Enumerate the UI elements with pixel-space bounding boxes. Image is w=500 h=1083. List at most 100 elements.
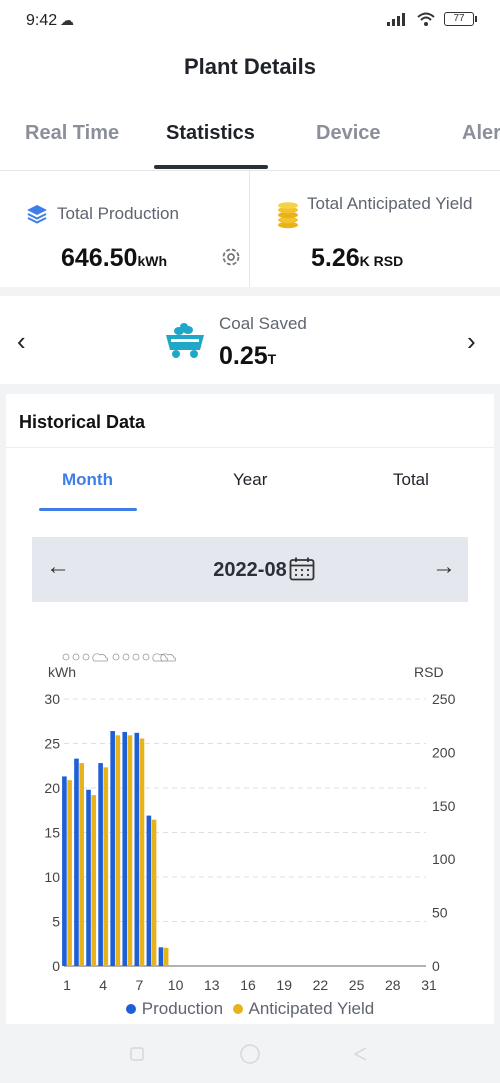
total-production-unit: kWh	[137, 253, 168, 269]
coins-icon	[278, 202, 298, 229]
yield-legend-dot	[232, 1004, 243, 1014]
historical-data-title: Historical Data	[19, 412, 146, 432]
coal-saved-card: ‹ Coal Saved 0.25T ›	[0, 296, 500, 384]
left-axis-unit: kWh	[48, 664, 76, 680]
tab-alerts[interactable]: Aler	[462, 122, 500, 145]
kpi-row: Total Production 646.50kWh Total Anticip…	[0, 171, 500, 287]
anticipated-yield-bar	[127, 735, 133, 966]
anticipated-yield-bar	[151, 819, 157, 966]
total-yield-unit: K RSD	[359, 253, 404, 269]
anticipated-yield-bar	[91, 795, 97, 966]
date-value: 2022-08	[213, 559, 287, 581]
segment-month[interactable]: Month	[62, 470, 113, 490]
chart-bars	[62, 731, 169, 966]
next-metric-chevron-icon[interactable]: ›	[467, 326, 476, 357]
left-axis-ticks: 0 5 10 15 20 25 30	[44, 691, 60, 974]
cloud-icon: ☁	[60, 12, 74, 28]
coal-saved-value: 0.25T	[219, 342, 276, 371]
total-yield-label: Total Anticipated Yield	[307, 194, 473, 213]
right-tick-label: 250	[432, 691, 456, 707]
x-tick-label: 1	[63, 977, 71, 993]
layers-icon	[27, 205, 47, 224]
coal-saved-label: Coal Saved	[219, 314, 307, 333]
left-tick-label: 0	[52, 958, 60, 974]
weather-icons	[62, 653, 176, 662]
x-tick-label: 13	[204, 977, 220, 993]
x-tick-label: 10	[168, 977, 184, 993]
left-tick-label: 5	[52, 914, 60, 930]
anticipated-yield-bar	[139, 738, 145, 966]
production-bar	[74, 758, 79, 966]
app-header: Plant Details	[0, 44, 500, 90]
total-production-label: Total Production	[57, 204, 179, 223]
production-legend-label[interactable]: Production	[142, 999, 223, 1018]
tab-statistics[interactable]: Statistics	[166, 122, 255, 145]
x-tick-label: 28	[385, 977, 401, 993]
production-bar	[122, 731, 128, 966]
anticipated-yield-bar	[115, 735, 121, 966]
segment-total[interactable]: Total	[393, 470, 429, 490]
x-tick-label: 22	[313, 977, 329, 993]
tab-real-time[interactable]: Real Time	[25, 122, 119, 145]
left-tick-label: 15	[44, 825, 60, 841]
page-title: Plant Details	[183, 54, 317, 79]
anticipated-yield-bar	[163, 947, 169, 966]
anticipated-yield-bar	[103, 767, 109, 966]
wifi-icon	[417, 12, 435, 26]
anticipated-yield-bar	[79, 763, 84, 966]
left-tick-label: 10	[44, 869, 60, 885]
prev-metric-chevron-icon[interactable]: ‹	[17, 326, 26, 357]
active-segment-indicator	[39, 508, 137, 511]
production-legend-dot	[125, 1004, 136, 1014]
divider	[6, 447, 494, 448]
system-nav-bar	[0, 1024, 500, 1083]
production-bar	[134, 732, 140, 966]
x-tick-label: 16	[240, 977, 256, 993]
production-bar	[62, 776, 67, 966]
total-yield-value: 5.26K RSD	[311, 244, 403, 273]
left-tick-label: 20	[44, 780, 60, 796]
right-axis-unit: RSD	[414, 664, 444, 680]
kpi-divider	[249, 171, 250, 287]
right-axis-ticks: 0 50 100 150 200 250	[432, 691, 456, 974]
right-tick-label: 150	[432, 798, 456, 814]
tab-device[interactable]: Device	[316, 122, 381, 145]
back-icon[interactable]	[352, 1046, 368, 1062]
coal-cart-icon	[166, 323, 204, 358]
x-tick-label: 4	[99, 977, 107, 993]
tab-bar: Real Time Statistics Device Aler	[0, 90, 500, 171]
historical-data-card: Historical Data Month Year Total ← 2022-…	[6, 394, 494, 1024]
right-tick-label: 0	[432, 958, 440, 974]
x-tick-label: 7	[136, 977, 144, 993]
x-tick-label: 25	[349, 977, 365, 993]
coal-saved-number: 0.25	[219, 342, 268, 370]
chart-legend: Production Anticipated Yield	[6, 999, 494, 1019]
production-bar	[158, 947, 164, 966]
historical-bar-chart: kWh RSD 0 5 10 15 20 25 30 0 50 100 150 200 250 1 4 7…	[44, 653, 456, 993]
date-label[interactable]: 2022-08	[32, 559, 468, 582]
recent-apps-icon[interactable]	[129, 1046, 145, 1062]
x-axis-ticks: 1 4 7 10 13 16 19 22 25 28 31	[63, 977, 437, 993]
calendar-icon[interactable]	[289, 557, 315, 581]
x-tick-label: 19	[276, 977, 292, 993]
production-bar	[110, 731, 115, 966]
date-picker-bar: ← 2022-08 →	[32, 537, 468, 602]
anticipated-yield-bar	[67, 780, 72, 966]
status-bar: 9:42 ☁ 77	[0, 0, 500, 44]
battery-icon: 77	[444, 12, 477, 26]
right-tick-label: 100	[432, 851, 456, 867]
status-time: 9:42	[26, 12, 58, 29]
segment-year[interactable]: Year	[233, 470, 267, 490]
home-icon[interactable]	[239, 1043, 261, 1065]
x-tick-label: 31	[421, 977, 437, 993]
next-period-arrow-icon[interactable]: →	[432, 553, 456, 581]
right-tick-label: 50	[432, 905, 448, 921]
yield-legend-label[interactable]: Anticipated Yield	[249, 999, 375, 1018]
settings-gear-icon[interactable]	[220, 246, 242, 268]
status-icons: 77	[386, 11, 477, 27]
production-bar	[146, 815, 152, 966]
right-tick-label: 200	[432, 744, 456, 760]
production-bar	[86, 789, 91, 966]
left-tick-label: 30	[44, 691, 60, 707]
left-tick-label: 25	[44, 736, 60, 752]
